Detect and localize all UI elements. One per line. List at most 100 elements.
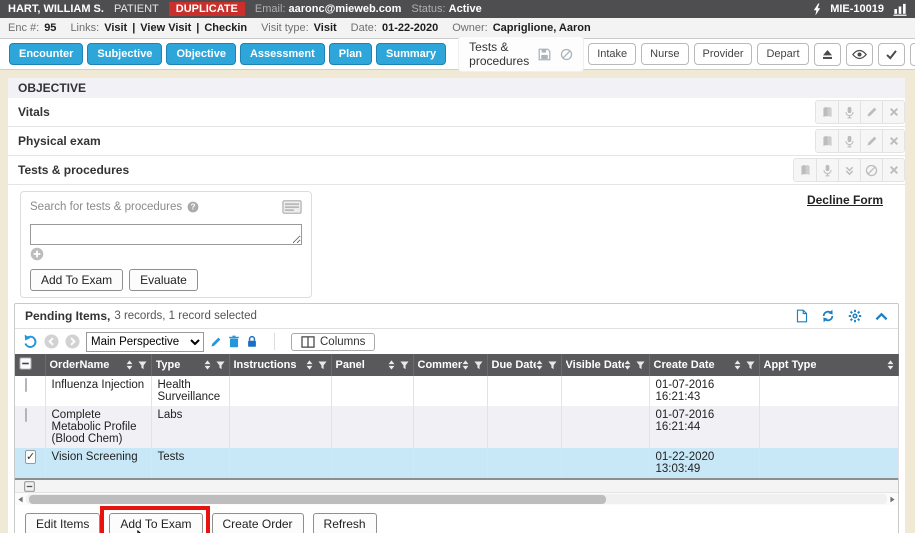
tab-objective[interactable]: Objective bbox=[166, 43, 236, 65]
col-create-date[interactable]: Create Date bbox=[649, 354, 759, 376]
scroll-right-icon[interactable] bbox=[890, 496, 895, 503]
col-comments[interactable]: Comments bbox=[413, 354, 487, 376]
col-ordername[interactable]: OrderName bbox=[45, 354, 151, 376]
disable-icon[interactable] bbox=[560, 48, 573, 61]
notes-button[interactable] bbox=[816, 101, 838, 123]
refresh-button[interactable]: Refresh bbox=[313, 513, 377, 533]
filter-icon[interactable] bbox=[636, 361, 645, 370]
intake-button[interactable]: Intake bbox=[588, 43, 636, 65]
scrollbar-thumb[interactable] bbox=[29, 495, 606, 504]
horizontal-scrollbar[interactable] bbox=[15, 493, 898, 505]
add-to-exam-button-top[interactable]: Add To Exam bbox=[30, 269, 123, 291]
close-button[interactable] bbox=[882, 130, 904, 152]
sort-icon[interactable] bbox=[887, 360, 894, 370]
dictate-button[interactable] bbox=[816, 159, 838, 181]
sort-icon[interactable] bbox=[462, 360, 469, 370]
scroll-left-icon[interactable] bbox=[18, 496, 23, 503]
filter-icon[interactable] bbox=[400, 361, 409, 370]
nurse-button[interactable]: Nurse bbox=[641, 43, 688, 65]
new-file-icon[interactable] bbox=[796, 309, 808, 323]
undo-icon[interactable] bbox=[23, 334, 38, 349]
sort-icon[interactable] bbox=[204, 360, 211, 370]
decline-form-link[interactable]: Decline Form bbox=[807, 193, 883, 207]
lightning-icon[interactable] bbox=[813, 3, 821, 16]
provider-button[interactable]: Provider bbox=[694, 43, 753, 65]
gear-icon[interactable] bbox=[848, 309, 862, 323]
collapse-group-icon[interactable] bbox=[24, 481, 35, 492]
col-panel[interactable]: Panel bbox=[331, 354, 413, 376]
dictate-button[interactable] bbox=[838, 101, 860, 123]
col-due-date[interactable]: Due Date bbox=[487, 354, 561, 376]
filter-icon[interactable] bbox=[746, 361, 755, 370]
disable-button[interactable] bbox=[860, 159, 882, 181]
sort-icon[interactable] bbox=[624, 360, 631, 370]
col-appt-type[interactable]: Appt Type bbox=[759, 354, 898, 376]
visit-link[interactable]: Visit bbox=[104, 22, 127, 34]
col-type[interactable]: Type bbox=[151, 354, 229, 376]
table-row[interactable]: Complete Metabolic Profile (Blood Chem) … bbox=[15, 406, 898, 448]
trash-icon[interactable] bbox=[228, 335, 240, 348]
tab-plan[interactable]: Plan bbox=[329, 43, 372, 65]
add-icon[interactable] bbox=[30, 247, 44, 261]
chevron-up-icon[interactable] bbox=[875, 312, 888, 321]
row-checkbox[interactable] bbox=[25, 450, 36, 464]
eject-button[interactable] bbox=[814, 43, 841, 66]
edit-perspective-icon[interactable] bbox=[210, 336, 222, 348]
section-vitals[interactable]: Vitals bbox=[8, 98, 905, 127]
add-to-exam-button[interactable]: Add To Exam bbox=[109, 513, 202, 533]
tests-search-textarea[interactable] bbox=[30, 224, 302, 245]
collapse-button[interactable] bbox=[838, 159, 860, 181]
col-instructions[interactable]: Instructions bbox=[229, 354, 331, 376]
table-row[interactable]: Influenza Injection Health Surveillance … bbox=[15, 376, 898, 406]
view-visit-link[interactable]: View Visit bbox=[140, 22, 191, 34]
help-icon[interactable]: ? bbox=[187, 201, 199, 213]
create-order-button[interactable]: Create Order bbox=[212, 513, 304, 533]
edit-items-button[interactable]: Edit Items bbox=[25, 513, 100, 533]
table-row-selected[interactable]: Vision Screening Tests 01-22-2020 13:03:… bbox=[15, 448, 898, 478]
section-tests-procedures[interactable]: Tests & procedures bbox=[8, 156, 905, 185]
close-button[interactable] bbox=[882, 159, 904, 181]
row-checkbox[interactable] bbox=[25, 378, 27, 392]
tab-summary[interactable]: Summary bbox=[376, 43, 446, 65]
filter-icon[interactable] bbox=[318, 361, 327, 370]
checkin-link[interactable]: Checkin bbox=[204, 22, 247, 34]
sort-icon[interactable] bbox=[388, 360, 395, 370]
next-icon[interactable] bbox=[65, 334, 80, 349]
col-visible-date[interactable]: Visible Date bbox=[561, 354, 649, 376]
tab-encounter[interactable]: Encounter bbox=[9, 43, 83, 65]
sort-icon[interactable] bbox=[734, 360, 741, 370]
dictate-button[interactable] bbox=[838, 130, 860, 152]
filter-icon[interactable] bbox=[138, 361, 147, 370]
filter-icon[interactable] bbox=[216, 361, 225, 370]
notes-button[interactable] bbox=[794, 159, 816, 181]
filter-icon[interactable] bbox=[548, 361, 557, 370]
columns-button[interactable]: Columns bbox=[291, 333, 375, 351]
edit-icon bbox=[866, 106, 878, 118]
refresh-icon[interactable] bbox=[821, 309, 835, 323]
sort-icon[interactable] bbox=[306, 360, 313, 370]
scrollbar-track[interactable] bbox=[26, 494, 887, 504]
tab-assessment[interactable]: Assessment bbox=[240, 43, 325, 65]
save-icon[interactable] bbox=[538, 48, 551, 61]
notes-button[interactable] bbox=[816, 130, 838, 152]
lock-icon[interactable] bbox=[246, 335, 258, 348]
select-all-header[interactable] bbox=[15, 354, 45, 376]
edit-button[interactable] bbox=[860, 101, 882, 123]
perspective-select[interactable]: Main Perspective bbox=[86, 332, 204, 352]
prev-icon[interactable] bbox=[44, 334, 59, 349]
keyboard-icon[interactable] bbox=[282, 200, 302, 214]
edit-button[interactable] bbox=[860, 130, 882, 152]
sort-icon[interactable] bbox=[126, 360, 133, 370]
visibility-button[interactable] bbox=[846, 43, 873, 66]
section-physical-exam[interactable]: Physical exam bbox=[8, 127, 905, 156]
row-checkbox[interactable] bbox=[25, 408, 27, 422]
chart-icon[interactable] bbox=[893, 3, 907, 16]
sort-icon[interactable] bbox=[536, 360, 543, 370]
filter-icon[interactable] bbox=[474, 361, 483, 370]
close-button[interactable] bbox=[882, 101, 904, 123]
kiosk-button[interactable] bbox=[910, 43, 915, 66]
complete-button[interactable] bbox=[878, 43, 905, 66]
depart-button[interactable]: Depart bbox=[757, 43, 808, 65]
evaluate-button[interactable]: Evaluate bbox=[129, 269, 198, 291]
tab-subjective[interactable]: Subjective bbox=[87, 43, 162, 65]
